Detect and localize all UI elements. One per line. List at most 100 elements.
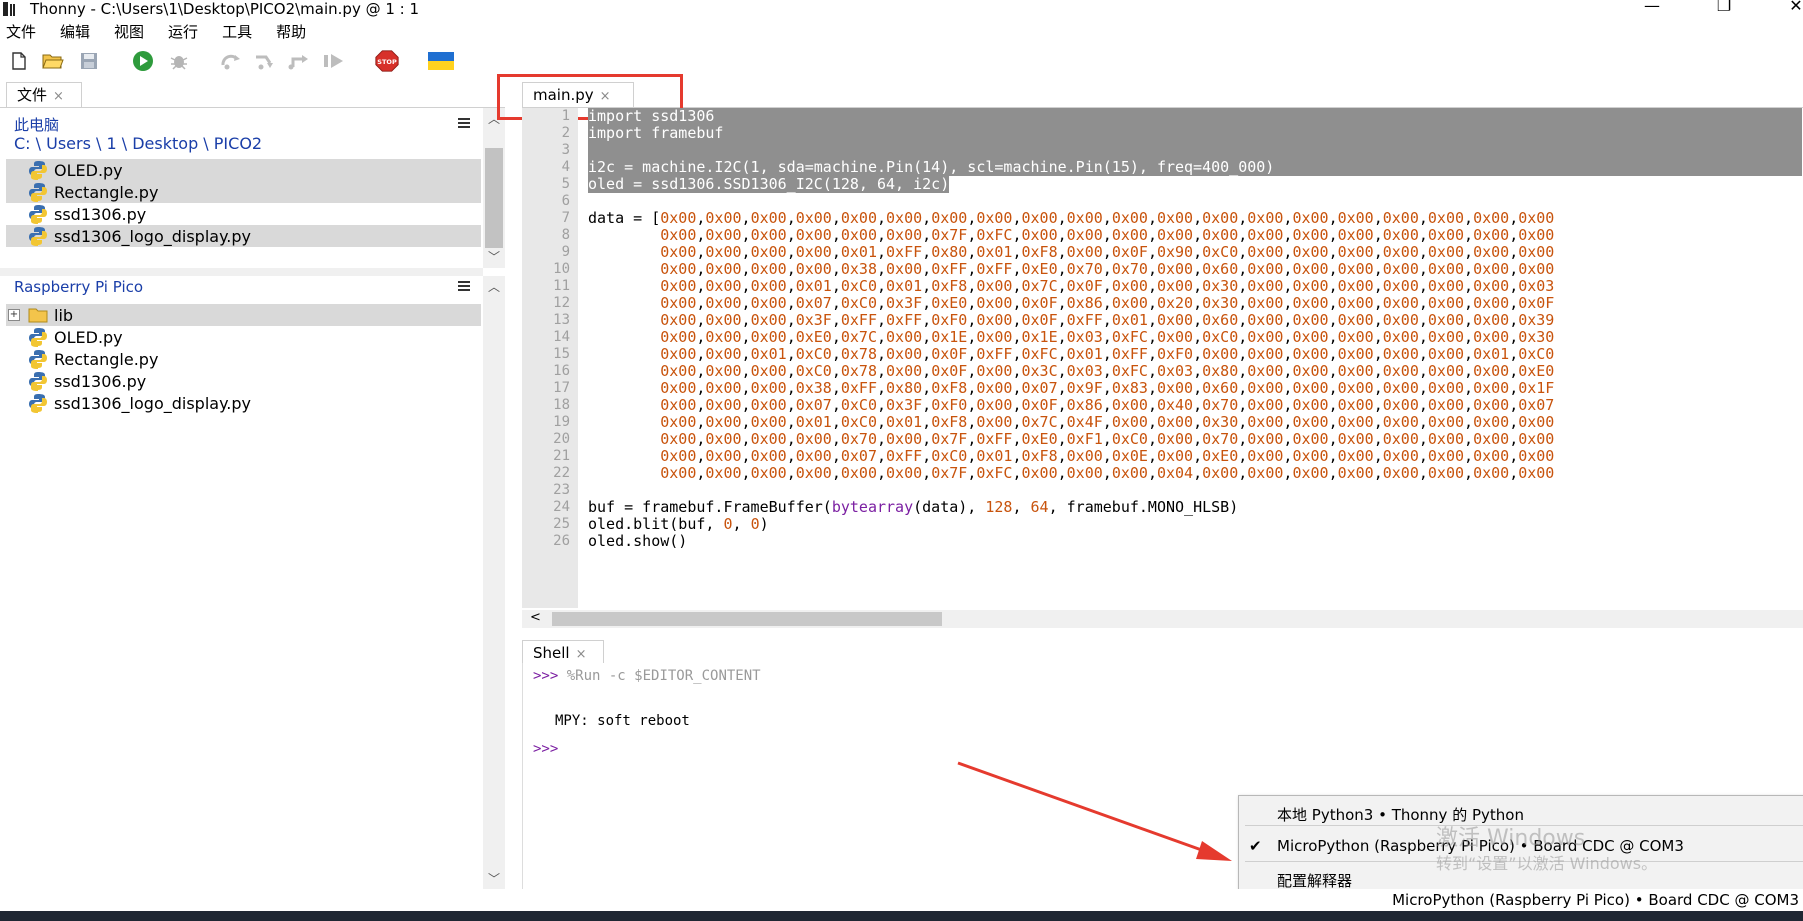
file-item-label: OLED.py	[54, 327, 123, 347]
device-file-ssd1306[interactable]: ssd1306.py	[6, 370, 481, 392]
python-file-icon	[29, 161, 47, 180]
step-into-icon[interactable]	[252, 48, 278, 74]
open-file-icon[interactable]	[40, 48, 66, 74]
device-scrollbar[interactable]	[483, 276, 505, 889]
status-bar: MicroPython (Raspberry Pi Pico) • Board …	[0, 889, 1803, 911]
python-file-icon	[29, 350, 47, 369]
file-item-ssd1306[interactable]: ssd1306.py	[6, 203, 481, 225]
python-file-icon	[29, 183, 47, 202]
file-item-label: OLED.py	[54, 160, 123, 180]
code-line: 0x00,0x00,0x00,0x00,0x38,0x00,0xFF,0xFF,…	[660, 260, 1555, 278]
device-heading[interactable]: Raspberry Pi Pico	[14, 278, 143, 296]
line-number: 5	[561, 176, 570, 192]
file-item-label: ssd1306.py	[54, 371, 147, 391]
run-icon[interactable]	[130, 48, 156, 74]
shell-input-prompt[interactable]: >>>	[533, 741, 558, 757]
new-file-icon[interactable]	[6, 48, 32, 74]
device-file-rectangle[interactable]: Rectangle.py	[6, 348, 481, 370]
file-item-oled[interactable]: OLED.py	[6, 159, 481, 181]
line-number: 22	[553, 465, 570, 481]
menu-tools[interactable]: 工具	[222, 21, 262, 43]
line-number: 18	[553, 397, 570, 413]
device-file-oled[interactable]: OLED.py	[6, 326, 481, 348]
code-line: buf = framebuf.FrameBuffer(bytearray(dat…	[588, 498, 1239, 516]
line-number: 17	[553, 380, 570, 396]
code-line: import framebuf	[588, 125, 1802, 142]
scroll-up-arrow-icon[interactable]: ︿	[486, 278, 502, 295]
shell-history-line: >>> %Run -c $EDITOR_CONTENT	[533, 668, 761, 684]
code-line: 0x00,0x00,0x00,0x07,0xC0,0x3F,0xE0,0x00,…	[660, 294, 1555, 312]
line-number: 15	[553, 346, 570, 362]
code-line: 0x00,0x00,0x01,0xC0,0x78,0x00,0x0F,0xFF,…	[660, 345, 1555, 363]
file-item-logo-display[interactable]: ssd1306_logo_display.py	[6, 225, 481, 247]
pane-menu-icon[interactable]	[458, 281, 470, 291]
folder-icon	[28, 308, 48, 323]
pane-splitter[interactable]	[0, 268, 483, 276]
code-editor[interactable]: 1 2 3 4 5 6 7 8 9 10 11 12 13 14 15 16 17 18 19 20 21 22 23 24 2…	[522, 108, 1803, 636]
ukraine-flag-icon	[428, 48, 454, 74]
line-number: 7	[561, 210, 570, 226]
computer-scrollbar[interactable]	[483, 108, 505, 268]
close-window-button[interactable]: ✕	[1776, 0, 1803, 18]
editor-scrollbar-thumb[interactable]	[552, 612, 942, 626]
menu-file[interactable]: 文件	[6, 21, 46, 43]
menu-view[interactable]: 视图	[114, 21, 154, 43]
toolbar: STOP	[0, 48, 1803, 76]
file-item-label: Rectangle.py	[54, 182, 159, 202]
folder-item-lib[interactable]: + lib	[6, 304, 481, 326]
line-number: 16	[553, 363, 570, 379]
configure-interpreter-option[interactable]: 配置解释器	[1277, 870, 1352, 891]
menu-edit[interactable]: 编辑	[60, 21, 100, 43]
save-file-icon[interactable]	[76, 48, 102, 74]
code-line: data = [0x00,0x00,0x00,0x00,0x00,0x00,0x…	[588, 209, 1555, 227]
line-number: 19	[553, 414, 570, 430]
menu-run[interactable]: 运行	[168, 21, 208, 43]
computer-path-breadcrumb[interactable]: C: \ Users \ 1 \ Desktop \ PICO2	[14, 134, 262, 153]
step-over-icon[interactable]	[218, 48, 244, 74]
restore-button[interactable]: ❐	[1704, 0, 1744, 18]
tab-files-close-icon[interactable]: ×	[53, 89, 64, 104]
line-number: 10	[553, 261, 570, 277]
expand-icon[interactable]: +	[8, 309, 20, 321]
debug-icon[interactable]	[166, 48, 192, 74]
device-file-logo-display[interactable]: ssd1306_logo_display.py	[6, 392, 481, 414]
tab-files-label: 文件	[17, 86, 48, 104]
code-line	[588, 142, 1802, 159]
file-item-label: Rectangle.py	[54, 349, 159, 369]
line-number: 12	[553, 295, 570, 311]
computer-scrollbar-thumb[interactable]	[485, 148, 503, 248]
scroll-left-arrow-icon[interactable]: <	[530, 610, 541, 625]
code-line: 0x00,0x00,0x00,0x00,0x00,0x00,0x7F,0xFC,…	[660, 464, 1555, 482]
line-number: 11	[553, 278, 570, 294]
step-out-icon[interactable]	[286, 48, 312, 74]
shell-command: %Run -c $EDITOR_CONTENT	[566, 668, 761, 684]
code-line: oled.blit(buf, 0, 0)	[588, 515, 769, 533]
title-bar: Thonny - C:\Users\1\Desktop\PICO2\main.p…	[0, 0, 1803, 20]
file-item-label: ssd1306_logo_display.py	[54, 226, 251, 246]
interpreter-status-button[interactable]: MicroPython (Raspberry Pi Pico) • Board …	[1392, 891, 1799, 909]
tab-shell-close-icon[interactable]: ×	[576, 647, 587, 662]
editor-horizontal-scrollbar[interactable]: <	[522, 610, 1803, 628]
scroll-down-arrow-icon[interactable]: ﹀	[486, 248, 502, 265]
tab-files[interactable]: 文件 ×	[6, 82, 82, 108]
line-number: 26	[553, 533, 570, 549]
menu-help[interactable]: 帮助	[276, 21, 316, 43]
resume-icon[interactable]	[322, 48, 348, 74]
code-line: 0x00,0x00,0x00,0x00,0x00,0x00,0x7F,0xFC,…	[660, 226, 1555, 244]
code-line: 0x00,0x00,0x00,0x00,0x07,0xFF,0xC0,0x01,…	[660, 447, 1555, 465]
shell-output: MPY: soft reboot	[555, 713, 690, 729]
checkmark-icon: ✔	[1249, 837, 1262, 855]
file-item-rectangle[interactable]: Rectangle.py	[6, 181, 481, 203]
file-item-label: ssd1306_logo_display.py	[54, 393, 251, 413]
minimize-button[interactable]: —	[1632, 0, 1672, 18]
code-line: 0x00,0x00,0x00,0x00,0x70,0x00,0x7F,0xFF,…	[660, 430, 1555, 448]
pane-menu-icon[interactable]	[458, 118, 470, 128]
computer-heading[interactable]: 此电脑	[14, 114, 59, 135]
line-number: 3	[561, 142, 570, 158]
stop-icon[interactable]: STOP	[374, 48, 400, 74]
python-file-icon	[29, 372, 47, 391]
code-line: 0x00,0x00,0x00,0x38,0xFF,0x80,0xF8,0x00,…	[660, 379, 1555, 397]
scroll-down-arrow-icon[interactable]: ﹀	[486, 870, 502, 887]
python-file-icon	[29, 328, 47, 347]
line-number: 6	[561, 193, 570, 209]
